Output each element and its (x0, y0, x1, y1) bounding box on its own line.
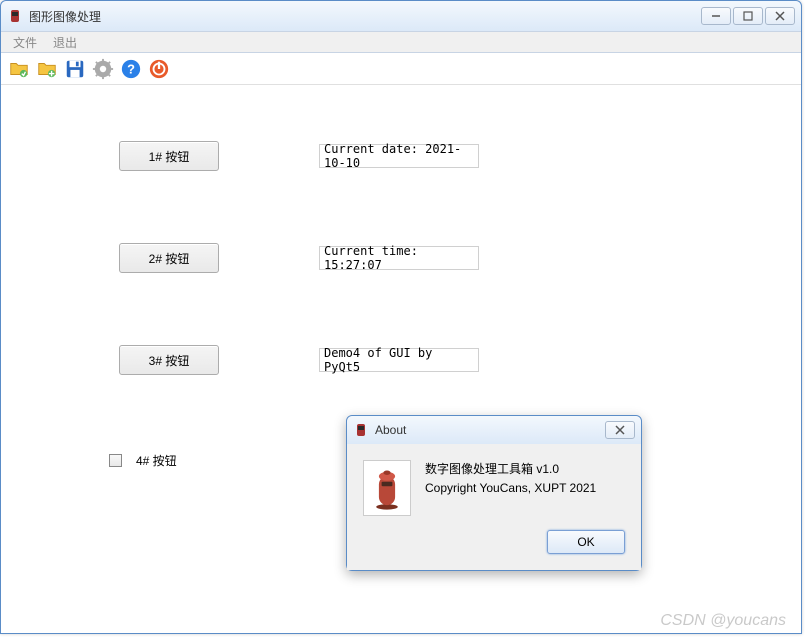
save-icon[interactable] (63, 57, 87, 81)
dialog-line1: 数字图像处理工具箱 v1.0 (425, 460, 596, 479)
ok-button[interactable]: OK (547, 530, 625, 554)
checkbox-4[interactable] (109, 454, 122, 467)
button-3[interactable]: 3# 按钮 (119, 345, 219, 375)
about-dialog: About 数字图像处理工具箱 v1.0 Copyright YouCans, … (346, 415, 642, 571)
maximize-button[interactable] (733, 7, 763, 25)
row-4: 4# 按钮 (1, 452, 177, 469)
titlebar[interactable]: 图形图像处理 (1, 1, 801, 31)
dialog-body: 数字图像处理工具箱 v1.0 Copyright YouCans, XUPT 2… (347, 444, 641, 570)
dialog-text: 数字图像处理工具箱 v1.0 Copyright YouCans, XUPT 2… (425, 460, 596, 516)
minimize-button[interactable] (701, 7, 731, 25)
postbox-icon (363, 460, 411, 516)
dialog-title: About (375, 423, 406, 437)
button-1[interactable]: 1# 按钮 (119, 141, 219, 171)
checkbox-4-label: 4# 按钮 (136, 452, 177, 469)
svg-text:?: ? (127, 61, 135, 76)
toolbar: ? (1, 53, 801, 85)
gear-icon[interactable] (91, 57, 115, 81)
power-icon[interactable] (147, 57, 171, 81)
dialog-titlebar[interactable]: About (347, 416, 641, 444)
row-1: 1# 按钮 Current date: 2021-10-10 (1, 141, 801, 171)
window-title: 图形图像处理 (29, 8, 101, 25)
folder-add-icon[interactable] (35, 57, 59, 81)
app-icon (7, 8, 23, 24)
window-controls (701, 7, 795, 25)
dialog-close-button[interactable] (605, 421, 635, 439)
menu-file[interactable]: 文件 (5, 32, 45, 53)
button-2[interactable]: 2# 按钮 (119, 243, 219, 273)
textfield-2[interactable]: Current time: 15:27:07 (319, 246, 479, 270)
dialog-line2: Copyright YouCans, XUPT 2021 (425, 479, 596, 498)
help-icon[interactable]: ? (119, 57, 143, 81)
menu-exit[interactable]: 退出 (45, 32, 85, 53)
textfield-3[interactable]: Demo4 of GUI by PyQt5 (319, 348, 479, 372)
row-2: 2# 按钮 Current time: 15:27:07 (1, 243, 801, 273)
dialog-app-icon (353, 422, 369, 438)
close-button[interactable] (765, 7, 795, 25)
textfield-1[interactable]: Current date: 2021-10-10 (319, 144, 479, 168)
row-3: 3# 按钮 Demo4 of GUI by PyQt5 (1, 345, 801, 375)
folder-open-icon[interactable] (7, 57, 31, 81)
menubar: 文件 退出 (1, 31, 801, 53)
